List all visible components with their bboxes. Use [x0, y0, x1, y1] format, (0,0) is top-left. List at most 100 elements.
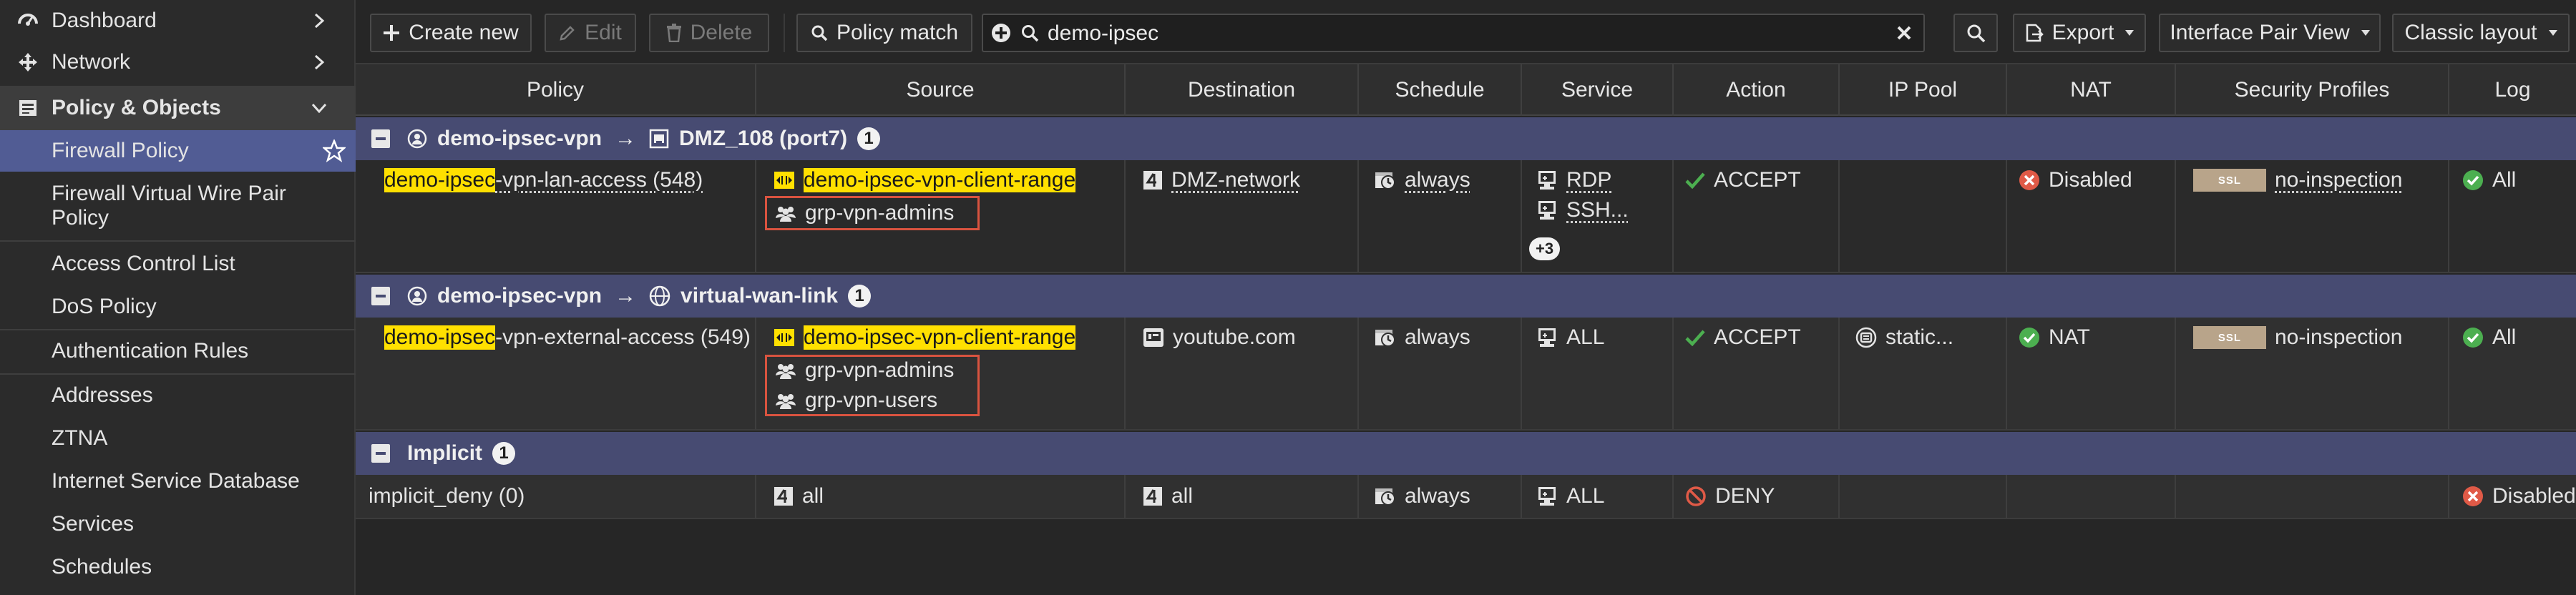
cell-destination: DMZ-network: [1126, 160, 1359, 272]
source-address[interactable]: all: [774, 482, 824, 511]
service-item[interactable]: ALL: [1536, 323, 1604, 352]
policy-table: Policy Source Destination Schedule Servi…: [356, 63, 2576, 595]
column-header-policy[interactable]: Policy: [356, 64, 756, 116]
nat-label: Disabled: [2049, 168, 2132, 192]
sidebar-item-virtual-wire-pair[interactable]: Firewall Virtual Wire Pair Policy: [0, 174, 356, 237]
source-user-group[interactable]: grp-vpn-admins: [775, 199, 954, 227]
source-user-group-label: grp-vpn-users: [805, 388, 938, 412]
sidebar-item-firewall-policy[interactable]: Firewall Policy: [0, 130, 356, 172]
cell-source: demo-ipsec-vpn-client-range grp-vpn-admi…: [756, 160, 1126, 272]
interface-pair-view-dropdown[interactable]: Interface Pair View: [2159, 14, 2381, 52]
column-header-nat[interactable]: NAT: [2007, 64, 2176, 116]
deny-icon: [1685, 486, 1707, 507]
service-label: ALL: [1566, 484, 1605, 508]
ip-pool-label: static...: [1885, 325, 1954, 349]
cell-source: all: [756, 475, 1126, 518]
service-item[interactable]: SSH...: [1536, 196, 1629, 225]
destination-address[interactable]: all: [1143, 482, 1193, 511]
source-address[interactable]: demo-ipsec-vpn-client-range: [774, 323, 1076, 352]
policy-name[interactable]: implicit_deny (0): [369, 482, 525, 511]
column-header-security-profiles[interactable]: Security Profiles: [2176, 64, 2449, 116]
sidebar-item-internet-service-database[interactable]: Internet Service Database: [0, 461, 356, 502]
sidebar-item-authentication-rules[interactable]: Authentication Rules: [0, 330, 356, 372]
policy-group-header[interactable]: demo-ipsec-vpn → virtual-wan-link 1: [356, 275, 2576, 318]
policy-group-header[interactable]: Implicit 1: [356, 432, 2576, 475]
collapse-icon[interactable]: [371, 287, 390, 305]
ip-pool-value[interactable]: static...: [1855, 323, 1953, 352]
destination-address[interactable]: youtube.com: [1143, 323, 1296, 352]
add-filter-icon[interactable]: [990, 22, 1012, 44]
sidebar-item-dashboard[interactable]: Dashboard: [0, 0, 356, 41]
sidebar-item-dos-policy[interactable]: DoS Policy: [0, 286, 356, 328]
policy-match-button[interactable]: Policy match: [796, 14, 972, 52]
nat-value: NAT: [2019, 323, 2090, 352]
search-input[interactable]: [1048, 19, 1849, 48]
cell-policy: demo-ipsec -vpn-external-access (549): [356, 318, 756, 429]
sidebar-item-ztna[interactable]: ZTNA: [0, 418, 356, 459]
sidebar-item-schedules[interactable]: Schedules: [0, 546, 356, 588]
cell-source: demo-ipsec-vpn-client-range grp-vpn-admi…: [756, 318, 1126, 429]
cell-log: All: [2449, 160, 2576, 272]
search-submit-button[interactable]: [1953, 14, 1998, 52]
column-header-service[interactable]: Service: [1522, 64, 1674, 116]
column-header-action[interactable]: Action: [1674, 64, 1840, 116]
plus-icon: [383, 24, 400, 41]
source-address[interactable]: demo-ipsec-vpn-client-range: [774, 166, 1076, 195]
table-row[interactable]: implicit_deny (0) all all always ALL DEN…: [356, 475, 2576, 519]
nat-label: NAT: [2049, 325, 2090, 349]
star-icon[interactable]: [323, 139, 346, 162]
policy-match-label: Policy match: [836, 21, 959, 44]
user-group-icon: [775, 204, 796, 222]
service-item[interactable]: ALL: [1536, 482, 1604, 511]
policy-name-rest: -vpn-external-access (549): [495, 325, 751, 349]
sidebar-item-access-control-list[interactable]: Access Control List: [0, 243, 356, 285]
cell-service: ALL: [1522, 318, 1674, 429]
delete-button[interactable]: Delete: [649, 14, 769, 52]
column-header-schedule[interactable]: Schedule: [1359, 64, 1522, 116]
clear-search-icon[interactable]: [1896, 25, 1912, 41]
sidebar-item-addresses[interactable]: Addresses: [0, 375, 356, 416]
cell-ip-pool: [1840, 475, 2007, 518]
schedule-value[interactable]: always: [1375, 482, 1470, 511]
column-header-log[interactable]: Log: [2449, 64, 2576, 116]
column-header-ip-pool[interactable]: IP Pool: [1840, 64, 2007, 116]
policy-name[interactable]: demo-ipsec -vpn-external-access (549): [384, 323, 751, 352]
source-user-group[interactable]: grp-vpn-admins: [775, 356, 954, 385]
export-button[interactable]: Export: [2013, 14, 2146, 52]
chevron-right-icon: [307, 50, 331, 74]
column-header-destination[interactable]: Destination: [1126, 64, 1359, 116]
layout-dropdown[interactable]: Classic layout: [2392, 14, 2570, 52]
table-row[interactable]: demo-ipsec -vpn-external-access (549) dem…: [356, 318, 2576, 431]
search-highlight: demo-ipsec: [384, 325, 496, 350]
service-icon: [1536, 328, 1558, 348]
table-row[interactable]: demo-ipsec -vpn-lan-access (548) demo-ips…: [356, 160, 2576, 273]
policy-group-header[interactable]: demo-ipsec-vpn → DMZ_108 (port7) 1: [356, 117, 2576, 160]
policy-name[interactable]: demo-ipsec -vpn-lan-access (548): [384, 166, 703, 195]
log-value: All: [2462, 166, 2516, 195]
security-profile[interactable]: SSL no-inspection: [2193, 323, 2402, 352]
destination-address[interactable]: DMZ-network: [1143, 166, 1300, 195]
column-header-source[interactable]: Source: [756, 64, 1126, 116]
more-services-badge[interactable]: +3: [1529, 237, 1561, 260]
sidebar-item-label: Services: [52, 511, 135, 536]
schedule-icon: [1375, 170, 1396, 190]
export-label: Export: [2051, 21, 2114, 44]
sidebar-item-services[interactable]: Services: [0, 503, 356, 545]
toolbar: Create new Edit Delete Policy match Expo…: [356, 0, 2576, 63]
schedule-icon: [1375, 328, 1396, 348]
sidebar-item-network[interactable]: Network: [0, 41, 356, 83]
edit-button[interactable]: Edit: [545, 14, 636, 52]
source-user-group[interactable]: grp-vpn-users: [775, 386, 937, 415]
create-new-button[interactable]: Create new: [370, 14, 532, 52]
sidebar-item-policy-objects[interactable]: Policy & Objects: [0, 86, 356, 130]
group-to-interface: virtual-wan-link: [680, 284, 839, 308]
collapse-icon[interactable]: [371, 129, 390, 148]
check-circle-icon: [2019, 327, 2040, 348]
nat-value: Disabled: [2019, 166, 2132, 195]
schedule-value[interactable]: always: [1375, 323, 1470, 352]
security-profile[interactable]: SSL no-inspection: [2193, 166, 2402, 195]
service-item[interactable]: RDP: [1536, 166, 1611, 195]
schedule-value[interactable]: always: [1375, 166, 1470, 195]
collapse-icon[interactable]: [371, 444, 390, 463]
internet-service-icon: [1143, 328, 1164, 348]
